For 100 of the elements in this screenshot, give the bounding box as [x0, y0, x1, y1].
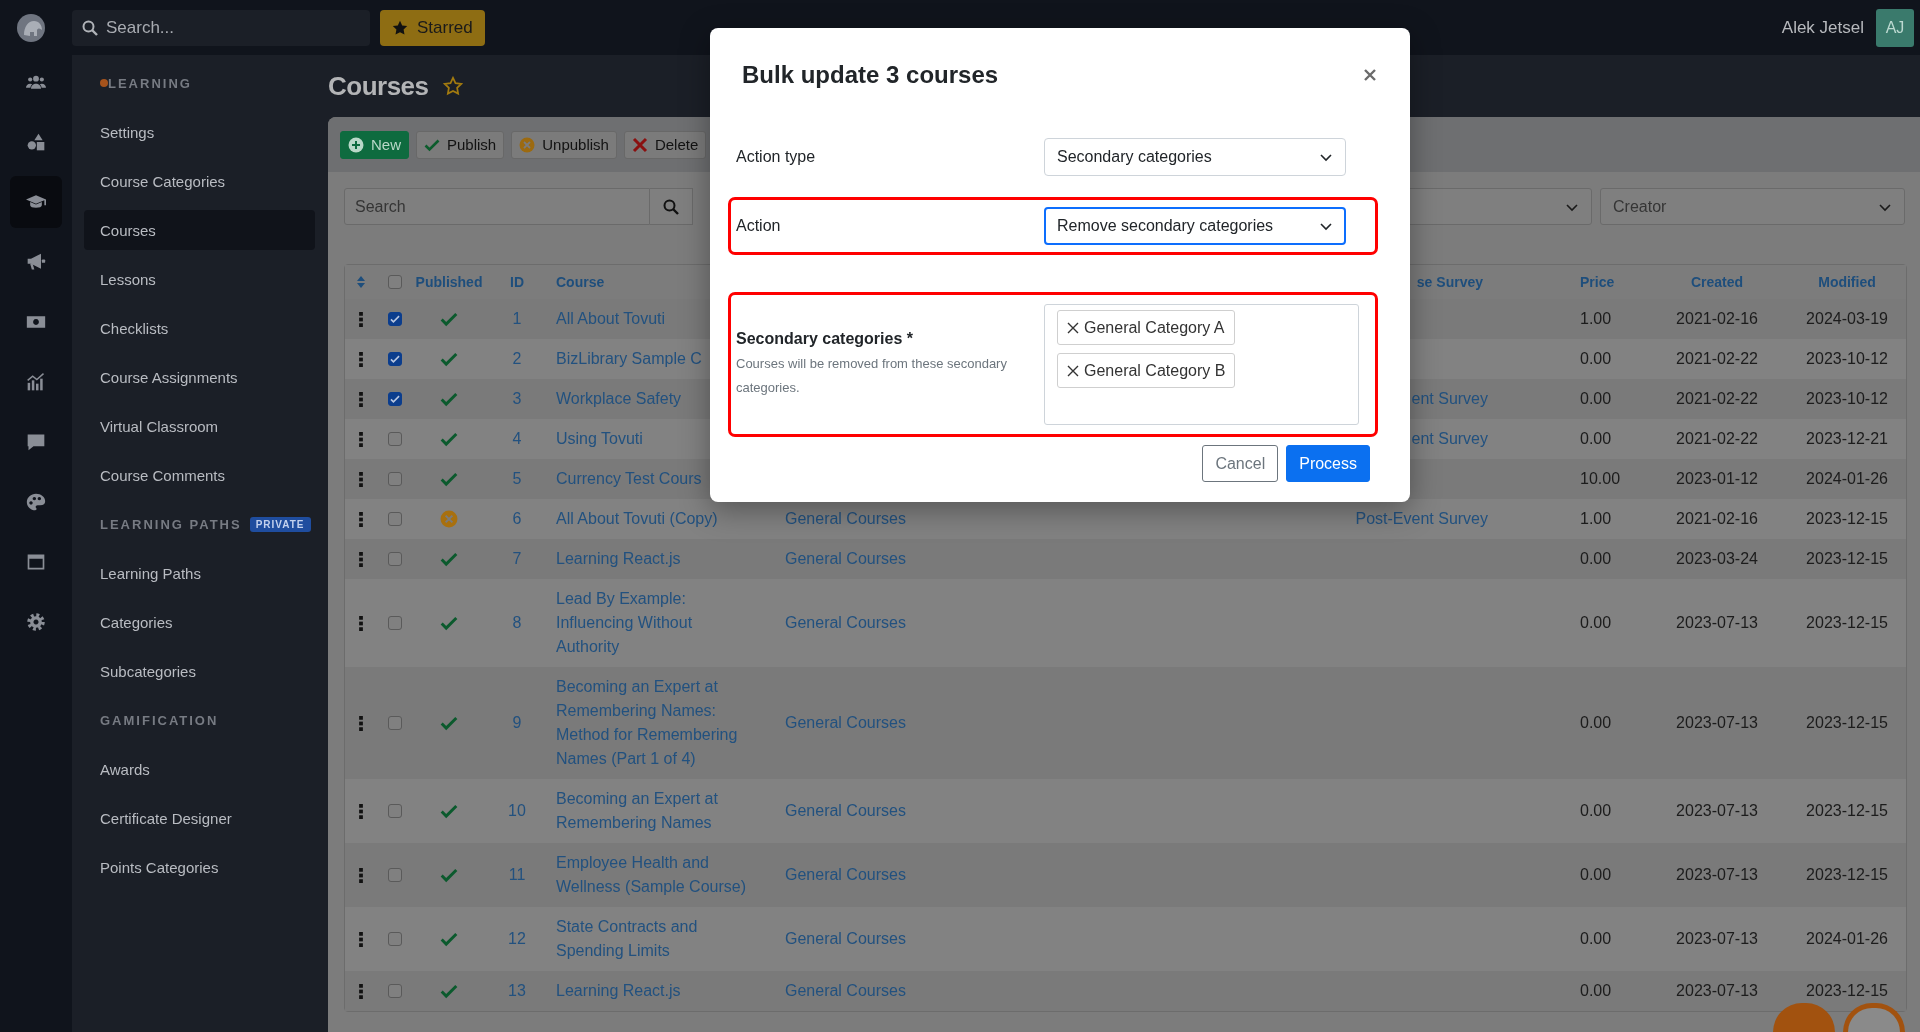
checkbox[interactable]: [387, 432, 402, 446]
checkbox[interactable]: [387, 984, 402, 998]
publish-button[interactable]: Publish: [416, 130, 505, 159]
checkbox[interactable]: [387, 716, 402, 730]
drag-handle-icon[interactable]: [358, 311, 363, 327]
logo-icon[interactable]: [16, 12, 46, 43]
cancel-button[interactable]: Cancel: [1202, 445, 1279, 482]
search-button[interactable]: [650, 188, 693, 225]
column-header[interactable]: ID: [510, 274, 524, 290]
checkbox[interactable]: [387, 552, 402, 566]
drag-handle-icon[interactable]: [358, 715, 363, 731]
nav-button[interactable]: [10, 176, 62, 228]
sidebar-item[interactable]: Points Categories: [84, 847, 315, 887]
sidebar-item[interactable]: Categories: [84, 602, 315, 642]
drag-handle-icon[interactable]: [358, 803, 363, 819]
checkbox[interactable]: [387, 804, 402, 818]
course-link[interactable]: State Contracts and Spending Limits: [556, 915, 756, 963]
sidebar-item[interactable]: Course Assignments: [84, 357, 315, 397]
sidebar-item[interactable]: Subcategories: [84, 651, 315, 691]
survey-link[interactable]: ent Survey: [1411, 427, 1488, 451]
category-link[interactable]: General Courses: [785, 863, 906, 887]
course-link[interactable]: Currency Test Cours: [556, 467, 702, 491]
course-link[interactable]: Learning React.js: [556, 979, 681, 1003]
sidebar-item[interactable]: Certificate Designer: [84, 798, 315, 838]
sidebar-item[interactable]: Settings: [84, 112, 315, 152]
course-link[interactable]: Employee Health and Wellness (Sample Course): [556, 851, 756, 899]
drag-handle-icon[interactable]: [358, 867, 363, 883]
survey-link[interactable]: ent Survey: [1411, 387, 1488, 411]
checkbox[interactable]: [387, 512, 402, 526]
search-field[interactable]: Search...: [72, 9, 370, 46]
course-link[interactable]: All About Tovuti (Copy): [556, 507, 718, 531]
drag-handle-icon[interactable]: [358, 471, 363, 487]
sidebar-item[interactable]: Course Categories: [84, 161, 315, 201]
creator-dropdown[interactable]: Creator: [1600, 188, 1905, 225]
course-link[interactable]: Becoming an Expert at Remembering Names: Method for Remembering Names (Part 1 of 4): [556, 675, 756, 771]
starred-button[interactable]: Starred: [380, 9, 485, 46]
category-link[interactable]: General Courses: [785, 711, 906, 735]
course-link[interactable]: BizLibrary Sample C: [556, 347, 702, 371]
column-header[interactable]: Course: [556, 274, 605, 290]
sidebar-item[interactable]: Courses: [84, 210, 315, 250]
user-avatar[interactable]: AJ: [1876, 8, 1914, 47]
checkbox[interactable]: [387, 352, 402, 366]
delete-button[interactable]: Delete: [623, 130, 707, 159]
drag-handle-icon[interactable]: [358, 431, 363, 447]
sidebar-item[interactable]: Lessons: [84, 259, 315, 299]
course-link[interactable]: Using Tovuti: [556, 427, 643, 451]
category-link[interactable]: General Courses: [785, 979, 906, 1003]
date-text: 2021-02-22: [1676, 349, 1758, 369]
column-header[interactable]: Price: [1580, 274, 1615, 290]
sidebar-item[interactable]: Virtual Classroom: [84, 406, 315, 446]
price-text: 1.00: [1580, 509, 1612, 529]
sidebar-item[interactable]: Learning Paths: [84, 553, 315, 593]
tag[interactable]: General Category B: [1057, 353, 1236, 388]
checkbox[interactable]: [387, 392, 402, 406]
remove-icon[interactable]: [1067, 364, 1079, 377]
date-text: 2021-02-22: [1676, 429, 1758, 449]
course-link[interactable]: Lead By Example: Influencing Without Authority: [556, 587, 756, 659]
category-link[interactable]: General Courses: [785, 507, 906, 531]
checkbox[interactable]: [387, 275, 402, 289]
unpublish-button[interactable]: Unpublish: [511, 130, 617, 159]
course-link[interactable]: Learning React.js: [556, 547, 681, 571]
star-icon[interactable]: [442, 76, 463, 96]
drag-handle-icon[interactable]: [358, 551, 363, 567]
checkbox[interactable]: [387, 472, 402, 486]
tag[interactable]: General Category A: [1057, 310, 1235, 345]
column-header[interactable]: Modified: [1818, 274, 1876, 290]
drag-handle-icon[interactable]: [358, 983, 363, 999]
course-link[interactable]: Becoming an Expert at Remembering Names: [556, 787, 756, 835]
multi-select-field[interactable]: General Category A General Category B: [1044, 304, 1359, 425]
select-field[interactable]: Remove secondary categories: [1044, 207, 1346, 245]
column-header[interactable]: Created: [1690, 274, 1744, 290]
drag-handle-icon[interactable]: [358, 511, 363, 527]
select-field[interactable]: Secondary categories: [1044, 138, 1346, 176]
drag-handle-icon[interactable]: [358, 615, 363, 631]
sidebar-item[interactable]: Course Comments: [84, 455, 315, 495]
id-text: 6: [512, 509, 522, 529]
category-link[interactable]: General Courses: [785, 547, 906, 571]
category-link[interactable]: General Courses: [785, 799, 906, 823]
checkbox[interactable]: [387, 616, 402, 630]
checkbox[interactable]: [387, 312, 402, 326]
checkbox[interactable]: [387, 932, 402, 946]
search-field[interactable]: Search: [344, 188, 650, 225]
drag-handle-icon[interactable]: [358, 351, 363, 367]
course-link[interactable]: All About Tovuti: [556, 307, 666, 331]
sidebar-item[interactable]: Checklists: [84, 308, 315, 348]
category-link[interactable]: General Courses: [785, 611, 906, 635]
checkbox[interactable]: [387, 868, 402, 882]
sidebar-item[interactable]: Awards: [84, 749, 315, 789]
column-header[interactable]: Published: [415, 274, 483, 290]
category-link[interactable]: General Courses: [785, 927, 906, 951]
remove-icon[interactable]: [1067, 321, 1079, 334]
new-button[interactable]: New: [340, 130, 409, 159]
chat-bubble-icon: [26, 432, 46, 452]
course-link[interactable]: Workplace Safety: [556, 387, 682, 411]
drag-handle-icon[interactable]: [358, 391, 363, 407]
process-button[interactable]: Process: [1286, 445, 1370, 482]
drag-handle-icon[interactable]: [358, 931, 363, 947]
survey-link[interactable]: Post-Event Survey: [1355, 507, 1488, 531]
user-name[interactable]: Alek Jetsel: [1781, 17, 1864, 38]
column-header[interactable]: se Survey: [1416, 274, 1483, 290]
